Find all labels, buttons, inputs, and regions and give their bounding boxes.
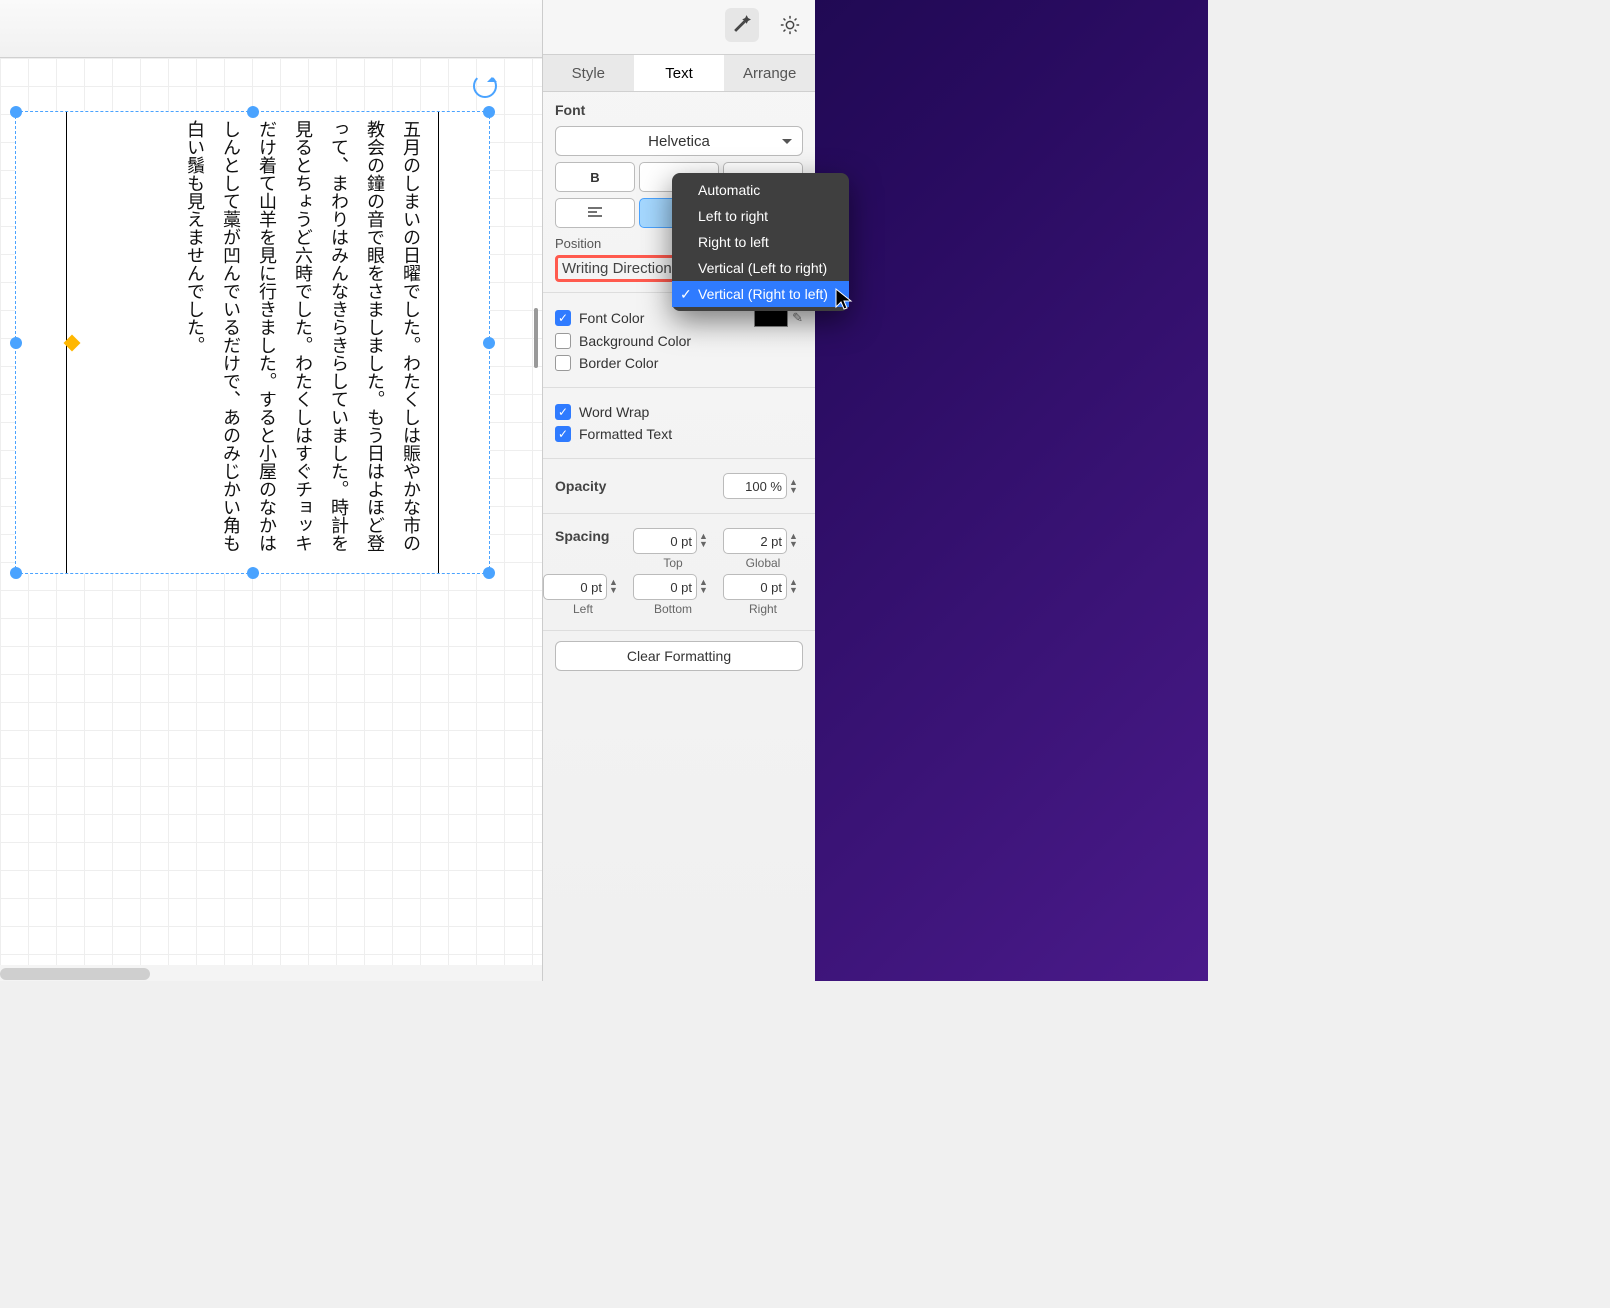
bg-color-label: Background Color <box>579 333 691 349</box>
spacing-global-input[interactable]: 2 pt <box>723 528 787 554</box>
writing-direction-menu: Automatic Left to right Right to left Ve… <box>672 173 849 311</box>
spacing-top-caption: Top <box>663 556 682 570</box>
spacing-top-stepper[interactable]: ▲▼ <box>699 528 713 552</box>
selected-text-box[interactable]: 五月のしまいの日曜でした。わたくしは賑やかな市の教会の鐘の音で眼をさましました。… <box>15 111 490 574</box>
opacity-section: Opacity 100 % ▲▼ <box>543 459 815 514</box>
spacing-top-input[interactable]: 0 pt <box>633 528 697 554</box>
font-family-value: Helvetica <box>648 133 710 150</box>
selection-handle[interactable] <box>247 106 259 118</box>
inspector-resize-handle[interactable] <box>534 308 538 368</box>
spacing-bottom-input[interactable]: 0 pt <box>633 574 697 600</box>
border-color-label: Border Color <box>579 355 658 371</box>
font-color-label: Font Color <box>579 310 644 326</box>
text-content[interactable]: 五月のしまいの日曜でした。わたくしは賑やかな市の教会の鐘の音で眼をさましました。… <box>76 120 429 565</box>
menu-vertical-ltr[interactable]: Vertical (Left to right) <box>672 255 849 281</box>
sun-icon[interactable] <box>773 8 807 42</box>
tab-style[interactable]: Style <box>543 55 634 91</box>
tab-text[interactable]: Text <box>634 55 725 91</box>
spacing-left-stepper[interactable]: ▲▼ <box>609 574 623 598</box>
menu-vertical-rtl[interactable]: Vertical (Right to left) <box>672 281 849 307</box>
menu-automatic[interactable]: Automatic <box>672 177 849 203</box>
spacing-left-input[interactable]: 0 pt <box>543 574 607 600</box>
spacing-bottom-caption: Bottom <box>654 602 692 616</box>
spacing-right-caption: Right <box>749 602 777 616</box>
eyedropper-icon[interactable]: ✎ <box>792 310 803 326</box>
word-wrap-label: Word Wrap <box>579 404 649 420</box>
font-family-select[interactable]: Helvetica <box>555 126 803 156</box>
bold-button[interactable]: B <box>555 162 635 192</box>
spacing-section: Spacing 0 pt▲▼ Top 2 pt▲▼ Global 0 pt▲▼ … <box>543 514 815 631</box>
spacing-global-caption: Global <box>746 556 781 570</box>
border-color-checkbox[interactable] <box>555 355 571 371</box>
selection-handle[interactable] <box>483 337 495 349</box>
selection-handle[interactable] <box>483 106 495 118</box>
opacity-label: Opacity <box>555 478 606 494</box>
selection-handle[interactable] <box>10 106 22 118</box>
writing-direction-label: Writing Direction <box>555 255 679 282</box>
app-window: 五月のしまいの日曜でした。わたくしは賑やかな市の教会の鐘の音で眼をさましました。… <box>0 0 1208 981</box>
selection-handle[interactable] <box>247 567 259 579</box>
text-margin-right <box>438 112 439 573</box>
word-wrap-checkbox[interactable]: ✓ <box>555 404 571 420</box>
spacing-right-input[interactable]: 0 pt <box>723 574 787 600</box>
inspector-tabs: Style Text Arrange <box>543 54 815 92</box>
font-color-checkbox[interactable]: ✓ <box>555 310 571 326</box>
spacing-bottom-stepper[interactable]: ▲▼ <box>699 574 713 598</box>
formatted-text-label: Formatted Text <box>579 426 672 442</box>
bg-color-checkbox[interactable] <box>555 333 571 349</box>
spacing-global-stepper[interactable]: ▲▼ <box>789 528 803 552</box>
selection-handle[interactable] <box>483 567 495 579</box>
align-left-button[interactable] <box>555 198 635 228</box>
selection-handle[interactable] <box>10 567 22 579</box>
selection-handle[interactable] <box>10 337 22 349</box>
formatted-text-checkbox[interactable]: ✓ <box>555 426 571 442</box>
menu-rtl[interactable]: Right to left <box>672 229 849 255</box>
rotate-handle[interactable] <box>473 74 497 98</box>
font-color-swatch[interactable] <box>754 309 788 327</box>
opacity-input[interactable]: 100 % <box>723 473 787 499</box>
clear-formatting-button[interactable]: Clear Formatting <box>555 641 803 671</box>
scrollbar-thumb[interactable] <box>0 968 150 980</box>
menu-ltr[interactable]: Left to right <box>672 203 849 229</box>
opacity-stepper[interactable]: ▲▼ <box>789 474 803 498</box>
font-label: Font <box>555 102 803 118</box>
cursor-icon <box>834 287 854 314</box>
spacing-label: Spacing <box>555 528 609 544</box>
spacing-right-stepper[interactable]: ▲▼ <box>789 574 803 598</box>
spacing-left-caption: Left <box>573 602 593 616</box>
tab-arrange[interactable]: Arrange <box>724 55 815 91</box>
inspector-panel: Style Text Arrange Font Helvetica B I U <box>542 0 815 981</box>
wrap-section: ✓ Word Wrap ✓ Formatted Text <box>543 388 815 459</box>
wand-icon[interactable] <box>725 8 759 42</box>
